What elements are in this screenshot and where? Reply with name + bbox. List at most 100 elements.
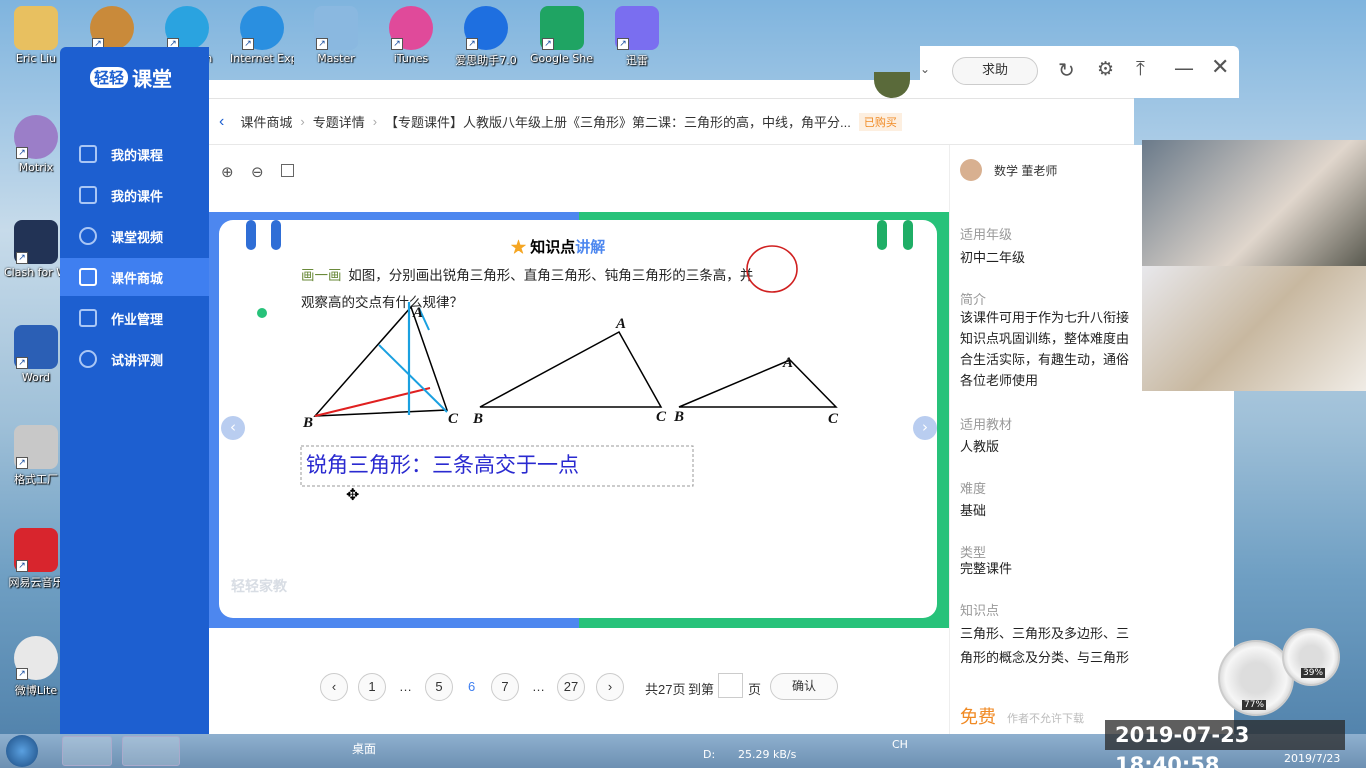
vertex-label: B [673, 409, 684, 425]
back-icon[interactable]: ‹ [219, 113, 224, 131]
taskbar-app-zoom[interactable] [62, 736, 112, 766]
zoom-out-icon[interactable]: ⊖ [251, 163, 264, 181]
breadcrumb-separator-icon: › [372, 114, 378, 129]
sidebar-item-my-courses[interactable]: 我的课程 [60, 135, 209, 173]
main-header-strip [209, 72, 920, 98]
desktop-icon[interactable]: ↗ iTunes [379, 6, 443, 65]
telegram-icon: ↗ [165, 6, 209, 50]
sidebar-item-class-videos[interactable]: 课堂视频 [60, 217, 209, 255]
prev-page-button[interactable]: ‹ [320, 673, 348, 701]
desktop-icon[interactable]: Eric Liu [4, 6, 68, 65]
desktop-icon[interactable]: ↗Clash for Windows [4, 220, 68, 279]
altitude-blue-diagonal [378, 344, 448, 413]
sidebar-item-trial-review[interactable]: 试讲评测 [60, 340, 209, 378]
next-slide-button[interactable]: › [913, 416, 937, 440]
desktop-icon[interactable]: ↗ Master [304, 6, 368, 65]
desktop-icon[interactable]: ↗ 爱思助手7.0 [454, 6, 518, 68]
goto-label: 到第 [688, 682, 715, 697]
annotation-text-box[interactable]: 锐角三角形：三条高交于一点 [306, 449, 579, 479]
total-pages: 共27页 [645, 682, 686, 697]
weibo-icon: ↗ [14, 636, 58, 680]
field-value: 该课件可用于作为七升八衔接知识点巩固训练，整体难度由合生活实际，有趣生动，通俗各… [960, 310, 1130, 388]
close-icon[interactable]: ✕ [1211, 55, 1229, 80]
field-label: 知识点 [960, 603, 1000, 618]
vertex-label: B [302, 415, 313, 431]
user-folder-icon [14, 6, 58, 50]
breadcrumb-item[interactable]: 课件商城 [240, 112, 292, 131]
user-avatar[interactable] [874, 72, 910, 98]
breadcrumb-item[interactable]: 专题详情 [313, 112, 365, 131]
webcam-teacher [1142, 140, 1366, 266]
page-button[interactable]: 1 [358, 673, 386, 701]
shopping-bag-icon [79, 268, 97, 286]
field-value: 基础 [960, 503, 987, 518]
confirm-button[interactable]: 确认 [770, 673, 838, 700]
net-speed: 25.29 kB/s [738, 748, 797, 761]
zoom-in-icon[interactable]: ⊕ [221, 163, 234, 181]
nutstore-icon: ↗ [90, 6, 134, 50]
desktop-icon[interactable]: ↗ Word [4, 325, 68, 384]
field-label: 适用年级 [960, 227, 1013, 242]
field-label: 适用教材 [960, 417, 1013, 432]
goto-page-input[interactable] [718, 673, 743, 698]
desktop-toolbar-label[interactable]: 桌面 [352, 740, 376, 757]
field-value: 三角形、三角形及多边形、三角形的概念及分类、与三角形有关的线段 [960, 626, 1130, 665]
prev-slide-button[interactable]: ‹ [221, 416, 245, 440]
page-button[interactable]: 27 [557, 673, 585, 701]
desktop-icon[interactable]: ↗ 格式工厂 [4, 425, 68, 487]
netease-music-icon: ↗ [14, 528, 58, 572]
sidebar-item-homework[interactable]: 作业管理 [60, 299, 209, 337]
next-page-button[interactable]: › [596, 673, 624, 701]
red-circle-annotation [746, 245, 798, 293]
desktop-icon[interactable]: ↗ 网易云音乐 [4, 528, 68, 590]
vertex-label: C [448, 411, 459, 427]
purchased-badge: 已购买 [858, 112, 902, 131]
move-cursor-icon: ✥ [346, 485, 360, 504]
vertex-label: B [472, 411, 483, 427]
upload-icon[interactable]: ⤒ [1136, 56, 1145, 80]
window-controls-bar: ⌄ 求助 ↻ ⚙ ⤒ — ✕ [920, 46, 1239, 98]
grid-icon [79, 309, 97, 327]
desktop-icon[interactable]: ↗ 迅雷 [605, 6, 669, 68]
desktop-icon[interactable]: ↗Internet Explorer [230, 6, 294, 65]
field-value: 人教版 [960, 439, 1000, 454]
breadcrumb-current: 【专题课件】人教版八年级上册《三角形》第二课：三角形的高，中线，角平分... [385, 115, 851, 130]
refresh-icon[interactable]: ↻ [1058, 58, 1075, 82]
thunder-icon: ↗ [615, 6, 659, 50]
desktop-icon[interactable]: ↗ 微博Lite [4, 636, 68, 698]
fit-screen-icon[interactable] [281, 164, 294, 177]
i4-assistant-icon: ↗ [464, 6, 508, 50]
page-button[interactable]: 5 [425, 673, 453, 701]
start-button[interactable] [6, 735, 38, 767]
desktop-icon[interactable]: ↗Google Sheets [530, 6, 594, 65]
chevron-down-icon[interactable]: ⌄ [920, 62, 930, 76]
page-button[interactable]: 7 [491, 673, 519, 701]
desktop-icon[interactable]: ↗ Motrix [4, 115, 68, 174]
minimize-icon[interactable]: — [1174, 56, 1194, 80]
memory-gauge: 39% [1282, 628, 1340, 686]
page-ellipsis: … [532, 679, 545, 694]
motrix-icon: ↗ [14, 115, 58, 159]
vertex-label: A [782, 355, 793, 371]
check-circle-icon [79, 350, 97, 368]
taskbar-date[interactable]: 2019/7/23 [1284, 752, 1340, 765]
itunes-icon: ↗ [389, 6, 433, 50]
breadcrumb: ‹ 课件商城 › 专题详情 › 【专题课件】人教版八年级上册《三角形》第二课：三… [209, 98, 1134, 145]
courseware-viewer: ⊕ ⊖ ★ 知识点讲解 画一画 如图，分别画出锐角三角形、直角三角形、钝角三角形… [209, 145, 949, 745]
field-value: 完整课件 [960, 561, 1013, 576]
sidebar-item-my-coursewares[interactable]: 我的课件 [60, 176, 209, 214]
help-button[interactable]: 求助 [952, 57, 1038, 85]
language-indicator[interactable]: CH [892, 738, 908, 751]
clash-icon: ↗ [14, 220, 58, 264]
teacher-name: 数学 董老师 [994, 164, 1058, 178]
sidebar-item-courseware-store[interactable]: 课件商城 [60, 258, 209, 296]
watermark-logo: 轻轻家教 [231, 579, 287, 595]
google-sheets-icon: ↗ [540, 6, 584, 50]
triangle-diagrams: A B C A B C A B C [300, 245, 839, 487]
slide: ★ 知识点讲解 画一画 如图，分别画出锐角三角形、直角三角形、钝角三角形的三条高… [209, 212, 949, 628]
taskbar-app-qingqing[interactable] [122, 736, 180, 766]
field-label: 简介 [960, 292, 987, 307]
gear-icon[interactable]: ⚙ [1097, 58, 1114, 80]
page-ellipsis: … [399, 679, 412, 694]
slide-page: ★ 知识点讲解 画一画 如图，分别画出锐角三角形、直角三角形、钝角三角形的三条高… [219, 220, 937, 618]
